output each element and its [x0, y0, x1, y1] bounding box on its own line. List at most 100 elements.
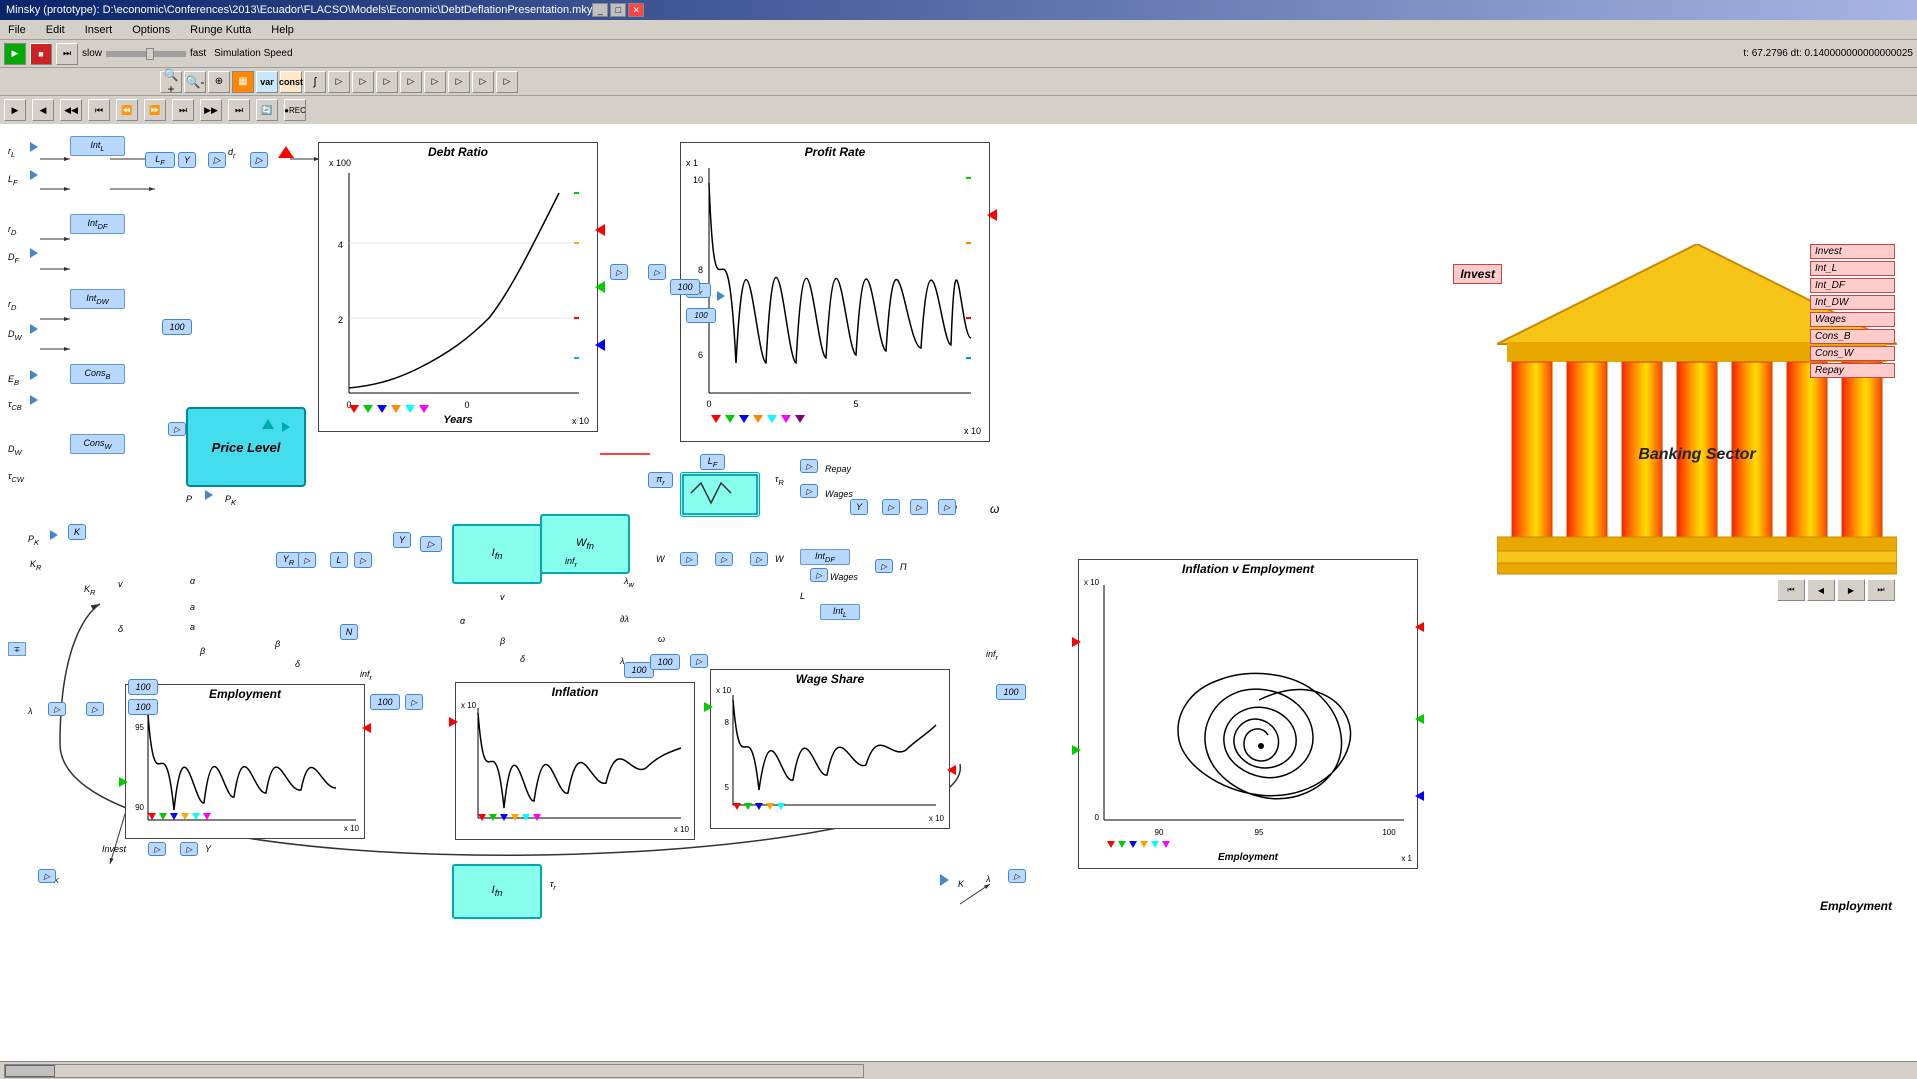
employment-graph[interactable]: Employment 95 90 0 x 10: [125, 684, 365, 839]
speed-slider[interactable]: [106, 51, 186, 57]
yr-arrow[interactable]: ▷: [298, 552, 316, 568]
next-step-button[interactable]: ⏭: [172, 99, 194, 121]
minimize-button[interactable]: _: [592, 3, 608, 17]
pi-arrow[interactable]: ▷: [875, 559, 893, 573]
wages-arrow[interactable]: ▷: [800, 484, 818, 498]
integral-button[interactable]: ∫: [304, 71, 326, 93]
sidebar-consw[interactable]: Cons_W: [1810, 346, 1895, 361]
lower-arrow1[interactable]: ▷: [405, 694, 423, 710]
consw-block[interactable]: ConsW: [70, 434, 125, 454]
l-block[interactable]: L: [330, 552, 348, 568]
const100-emp2[interactable]: 100: [128, 699, 158, 715]
const100-right[interactable]: 100: [996, 684, 1026, 700]
pir-block-right[interactable]: πr: [648, 472, 673, 488]
menu-file[interactable]: File: [4, 22, 30, 38]
sidebar-btn2[interactable]: ◀: [1807, 579, 1835, 601]
profit-rate-graph[interactable]: Profit Rate x 1 10 8 6 0 5 x 10: [680, 142, 990, 442]
sidebar-consb[interactable]: Cons_B: [1810, 329, 1895, 344]
histogram-button[interactable]: ▦: [232, 71, 254, 93]
sidebar-intdf[interactable]: Int_DF: [1810, 278, 1895, 293]
window-controls[interactable]: _ □ ✕: [592, 3, 644, 17]
sidebar-intdw[interactable]: Int_DW: [1810, 295, 1895, 310]
sidebar-intl[interactable]: Int_L: [1810, 261, 1895, 276]
main-canvas[interactable]: rL IntL LF rD IntDF DF rD IntDW DW EB Co…: [0, 124, 1917, 1079]
y-block-mid[interactable]: Y: [393, 532, 411, 548]
op-button7[interactable]: ▷: [472, 71, 494, 93]
inv-emp-graph[interactable]: Inflation v Employment x 10 0 90 95 100 …: [1078, 559, 1418, 869]
end-button[interactable]: ⏭: [228, 99, 250, 121]
menu-runge-kutta[interactable]: Runge Kutta: [186, 22, 255, 38]
record-button[interactable]: ●REC: [284, 99, 306, 121]
const100-pr[interactable]: 100: [670, 279, 700, 295]
op-button6[interactable]: ▷: [448, 71, 470, 93]
pr-conn-arrow2[interactable]: ▷: [648, 264, 666, 280]
w-arrow2[interactable]: ▷: [715, 552, 733, 566]
integration-gate[interactable]: [680, 472, 760, 517]
wage-share-graph[interactable]: Wage Share x 10 8 5 0 5 x 10: [710, 669, 950, 829]
const-100-left[interactable]: 100: [162, 319, 192, 335]
ifn-block-mid[interactable]: Ifn: [452, 524, 542, 584]
menu-edit[interactable]: Edit: [42, 22, 69, 38]
op-button4[interactable]: ▷: [400, 71, 422, 93]
var-button[interactable]: var: [256, 71, 278, 93]
loop-button[interactable]: 🔄: [256, 99, 278, 121]
arrow-right-2[interactable]: ▷: [250, 152, 268, 168]
prev-step-button[interactable]: ⏮: [88, 99, 110, 121]
menu-options[interactable]: Options: [128, 22, 174, 38]
rewind-button[interactable]: ◀: [32, 99, 54, 121]
inflation-graph[interactable]: Inflation x 10 0 5 x 10: [455, 682, 695, 840]
op-button2[interactable]: ▷: [352, 71, 374, 93]
l-arrow[interactable]: ▷: [354, 552, 372, 568]
horizontal-scrollbar[interactable]: [4, 1064, 864, 1078]
fw-button[interactable]: ⏩: [144, 99, 166, 121]
wages-arrow2[interactable]: ▷: [810, 568, 828, 582]
lf-block-top[interactable]: LF: [145, 152, 175, 168]
sidebar-btn3[interactable]: ▶: [1837, 579, 1865, 601]
y-block-right[interactable]: Y: [850, 499, 868, 515]
const100-lower[interactable]: 100: [370, 694, 400, 710]
lambda-bl-arrow[interactable]: ▷: [48, 702, 66, 716]
zoom-in-button[interactable]: 🔍+: [160, 71, 182, 93]
prev-frame-button[interactable]: ◀◀: [60, 99, 82, 121]
ifn-arrow-left[interactable]: ▷: [420, 536, 442, 552]
const-button[interactable]: const: [280, 71, 302, 93]
zoom-out-button[interactable]: 🔍-: [184, 71, 206, 93]
op-button3[interactable]: ▷: [376, 71, 398, 93]
op-button1[interactable]: ▷: [328, 71, 350, 93]
invest-arrow2[interactable]: ▷: [180, 842, 198, 856]
rw-button[interactable]: ⏪: [116, 99, 138, 121]
play2-button[interactable]: ▶: [4, 99, 26, 121]
sidebar-invest[interactable]: Invest: [1810, 244, 1895, 259]
scrollbar-thumb[interactable]: [5, 1065, 55, 1077]
pr-conn-arrow1[interactable]: ▷: [610, 264, 628, 280]
sidebar-wages[interactable]: Wages: [1810, 312, 1895, 327]
pk-arrow-lower[interactable]: ▷: [38, 869, 56, 883]
arrow-right-1[interactable]: ▷: [208, 152, 226, 168]
omega-arrow3[interactable]: ▷: [938, 499, 956, 515]
sidebar-repay[interactable]: Repay: [1810, 363, 1895, 378]
speed-handle[interactable]: [146, 48, 154, 60]
next-frame-button[interactable]: ▶▶: [200, 99, 222, 121]
invest-arrow1[interactable]: ▷: [148, 842, 166, 856]
sidebar-btn4[interactable]: ⏭: [1867, 579, 1895, 601]
k-block[interactable]: K: [68, 524, 86, 540]
step-button[interactable]: ⏭: [56, 43, 78, 65]
repay-arrow[interactable]: ▷: [800, 459, 818, 473]
intl-block[interactable]: IntL: [70, 136, 125, 156]
ifn-block-bottom[interactable]: Ifn: [452, 864, 542, 919]
stop-button[interactable]: ■: [30, 43, 52, 65]
sidebar-btn1[interactable]: ⏮: [1777, 579, 1805, 601]
consb-block[interactable]: ConsB: [70, 364, 125, 384]
lf-block-right[interactable]: LF: [700, 454, 725, 470]
menu-insert[interactable]: Insert: [81, 22, 117, 38]
intl-right[interactable]: IntL: [820, 604, 860, 620]
y-block-top[interactable]: Y: [178, 152, 196, 168]
n-block[interactable]: N: [340, 624, 358, 640]
play-button[interactable]: ▶: [4, 43, 26, 65]
maximize-button[interactable]: □: [610, 3, 626, 17]
intdf-block[interactable]: IntDF: [70, 214, 125, 234]
lambda-arrow[interactable]: ▷: [1008, 869, 1026, 883]
price-level-block[interactable]: Price Level: [186, 407, 306, 487]
lambda-bl-arrow2[interactable]: ▷: [86, 702, 104, 716]
const100-omega[interactable]: 100: [650, 654, 680, 670]
